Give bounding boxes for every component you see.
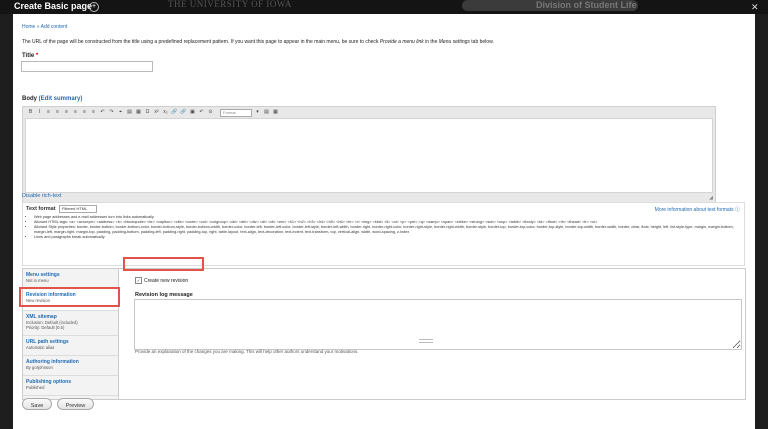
tab-xml-sitemap[interactable]: XML sitemap Inclusion: Default (included… (23, 311, 118, 336)
unlink-icon[interactable]: 🔗 (180, 109, 187, 116)
edit-summary-link[interactable]: (Edit summary) (39, 96, 83, 102)
question-circle-icon: ⓘ (734, 207, 740, 213)
bold-icon[interactable]: B (27, 109, 34, 116)
editor-toolbar: B I ≡ ≡ ≡ ≡ ≡ ≡ ↶ ↷ ⌖ ▤ ▦ Ω x² x₂ 🔗 🔗 ▣ … (27, 109, 279, 117)
admin-topbar: Create Basic page + THE UNIVERSITY OF IO… (0, 0, 768, 14)
image-icon[interactable]: ▤ (126, 109, 133, 116)
special-char-icon[interactable]: Ω (144, 109, 151, 116)
resize-handle-icon[interactable]: ◢ (709, 195, 713, 201)
create-revision-label: Create new revision (144, 277, 189, 284)
chevron-down-icon[interactable]: ▾ (254, 109, 261, 116)
overlay-title: Create Basic page (14, 1, 93, 11)
body-label: Body (Edit summary) (22, 96, 83, 102)
revision-log-description: Provide an explanation of the changes yo… (135, 349, 359, 354)
close-icon[interactable]: ✕ (751, 2, 759, 13)
tab-publishing-options[interactable]: Publishing options Published (23, 376, 118, 396)
required-marker: * (35, 53, 39, 59)
university-logo: THE UNIVERSITY OF IOWA (168, 0, 292, 9)
align-right-icon[interactable]: ≡ (63, 109, 70, 116)
save-button[interactable]: Save (22, 398, 52, 410)
tip-item: Allowed Style properties: border, border… (34, 225, 746, 235)
text-format-label: Text format (26, 206, 56, 212)
text-format-tips: Web page addresses and e-mail addresses … (26, 215, 746, 240)
preview-button[interactable]: Preview (57, 398, 94, 410)
media-icon[interactable]: ▣ (189, 109, 196, 116)
plus-circle-icon[interactable]: + (89, 2, 99, 12)
table-icon[interactable]: ▦ (135, 109, 142, 116)
tip-item: Lines and paragraphs break automatically… (34, 235, 746, 240)
text-format-select[interactable]: Filtered HTML (59, 205, 97, 213)
numbered-list-icon[interactable]: ≡ (81, 109, 88, 116)
annotation-highlight (123, 257, 204, 271)
indent-icon[interactable]: ≡ (90, 109, 97, 116)
paste-word-icon[interactable]: ▦ (272, 109, 279, 116)
vertical-tabs: Menu settings Not in menu Revision infor… (22, 268, 746, 400)
anchor-icon[interactable]: ⌖ (117, 109, 124, 116)
revision-pane: ✓ Create new revision Revision log messa… (119, 269, 745, 399)
textarea-grip-icon[interactable] (419, 339, 433, 343)
revision-log-label: Revision log message (135, 292, 193, 298)
tab-url-path-settings[interactable]: URL path settings Automatic alias (23, 336, 118, 356)
align-left-icon[interactable]: ≡ (45, 109, 52, 116)
undo-format-icon[interactable]: ↶ (198, 109, 205, 116)
subscript-icon[interactable]: x₂ (162, 109, 169, 116)
annotation-highlight (19, 287, 120, 307)
align-center-icon[interactable]: ≡ (54, 109, 61, 116)
link-icon[interactable]: 🔗 (171, 109, 178, 116)
create-revision-checkbox[interactable]: ✓ (135, 277, 142, 284)
undo-icon[interactable]: ↶ (99, 109, 106, 116)
body-editor-area[interactable] (25, 118, 713, 193)
create-page-panel: Home » Add content The URL of the page w… (13, 14, 755, 429)
source-icon[interactable]: ⊙ (207, 109, 214, 116)
title-label: Title * (22, 53, 39, 59)
title-input[interactable] (21, 61, 153, 72)
superscript-icon[interactable]: x² (153, 109, 160, 116)
disable-rich-text-link[interactable]: Disable rich-text (22, 193, 61, 199)
create-revision-row[interactable]: ✓ Create new revision (135, 277, 188, 284)
tab-menu-settings[interactable]: Menu settings Not in menu (23, 269, 118, 289)
text-format-help-link[interactable]: More information about text formats ⓘ (655, 206, 740, 213)
italic-icon[interactable]: I (36, 109, 43, 116)
page-intro-help: The URL of the page will be constructed … (22, 39, 494, 45)
format-dropdown[interactable]: Format (220, 109, 252, 117)
bullet-list-icon[interactable]: ≡ (72, 109, 79, 116)
paste-text-icon[interactable]: ▤ (263, 109, 270, 116)
division-title: Division of Student Life (536, 0, 637, 10)
redo-icon[interactable]: ↷ (108, 109, 115, 116)
revision-log-textarea[interactable] (134, 299, 742, 350)
tab-authoring-information[interactable]: Authoring information By gorjohnson (23, 356, 118, 376)
breadcrumb[interactable]: Home » Add content (22, 24, 67, 30)
body-editor: B I ≡ ≡ ≡ ≡ ≡ ≡ ↶ ↷ ⌖ ▤ ▦ Ω x² x₂ 🔗 🔗 ▣ … (22, 106, 716, 203)
